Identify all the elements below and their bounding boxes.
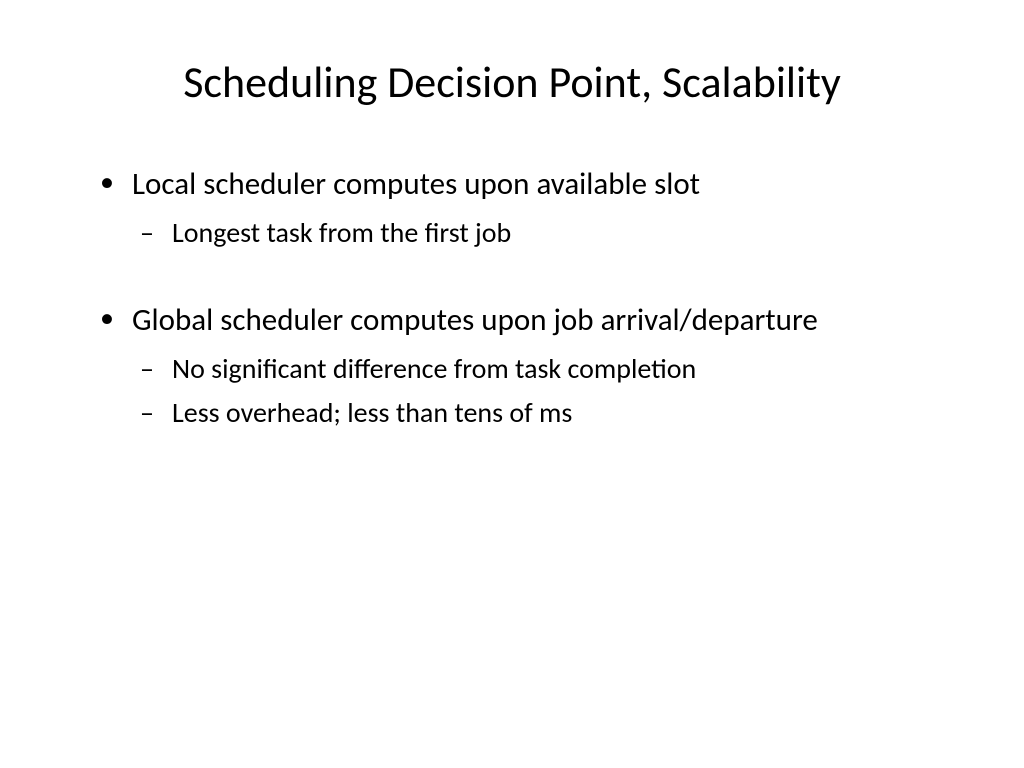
list-item-text: Longest task from the first job xyxy=(172,215,511,250)
list-item: Longest task from the first job xyxy=(132,214,944,252)
list-item: Local scheduler computes upon available … xyxy=(100,164,944,252)
list-item-text: No significant difference from task comp… xyxy=(172,351,696,386)
list-item: Less overhead; less than tens of ms xyxy=(132,394,944,432)
list-item-text: Global scheduler computes upon job arriv… xyxy=(132,301,818,339)
slide-content: Local scheduler computes upon available … xyxy=(80,164,944,432)
list-item: Global scheduler computes upon job arriv… xyxy=(100,300,944,432)
sub-bullet-list: No significant difference from task comp… xyxy=(132,350,944,432)
slide-title: Scheduling Decision Point, Scalability xyxy=(80,55,944,109)
list-item-text: Less overhead; less than tens of ms xyxy=(172,395,572,430)
sub-bullet-list: Longest task from the first job xyxy=(132,214,944,252)
list-item: No significant difference from task comp… xyxy=(132,350,944,388)
list-item-text: Local scheduler computes upon available … xyxy=(132,165,700,203)
bullet-list: Local scheduler computes upon available … xyxy=(100,164,944,432)
